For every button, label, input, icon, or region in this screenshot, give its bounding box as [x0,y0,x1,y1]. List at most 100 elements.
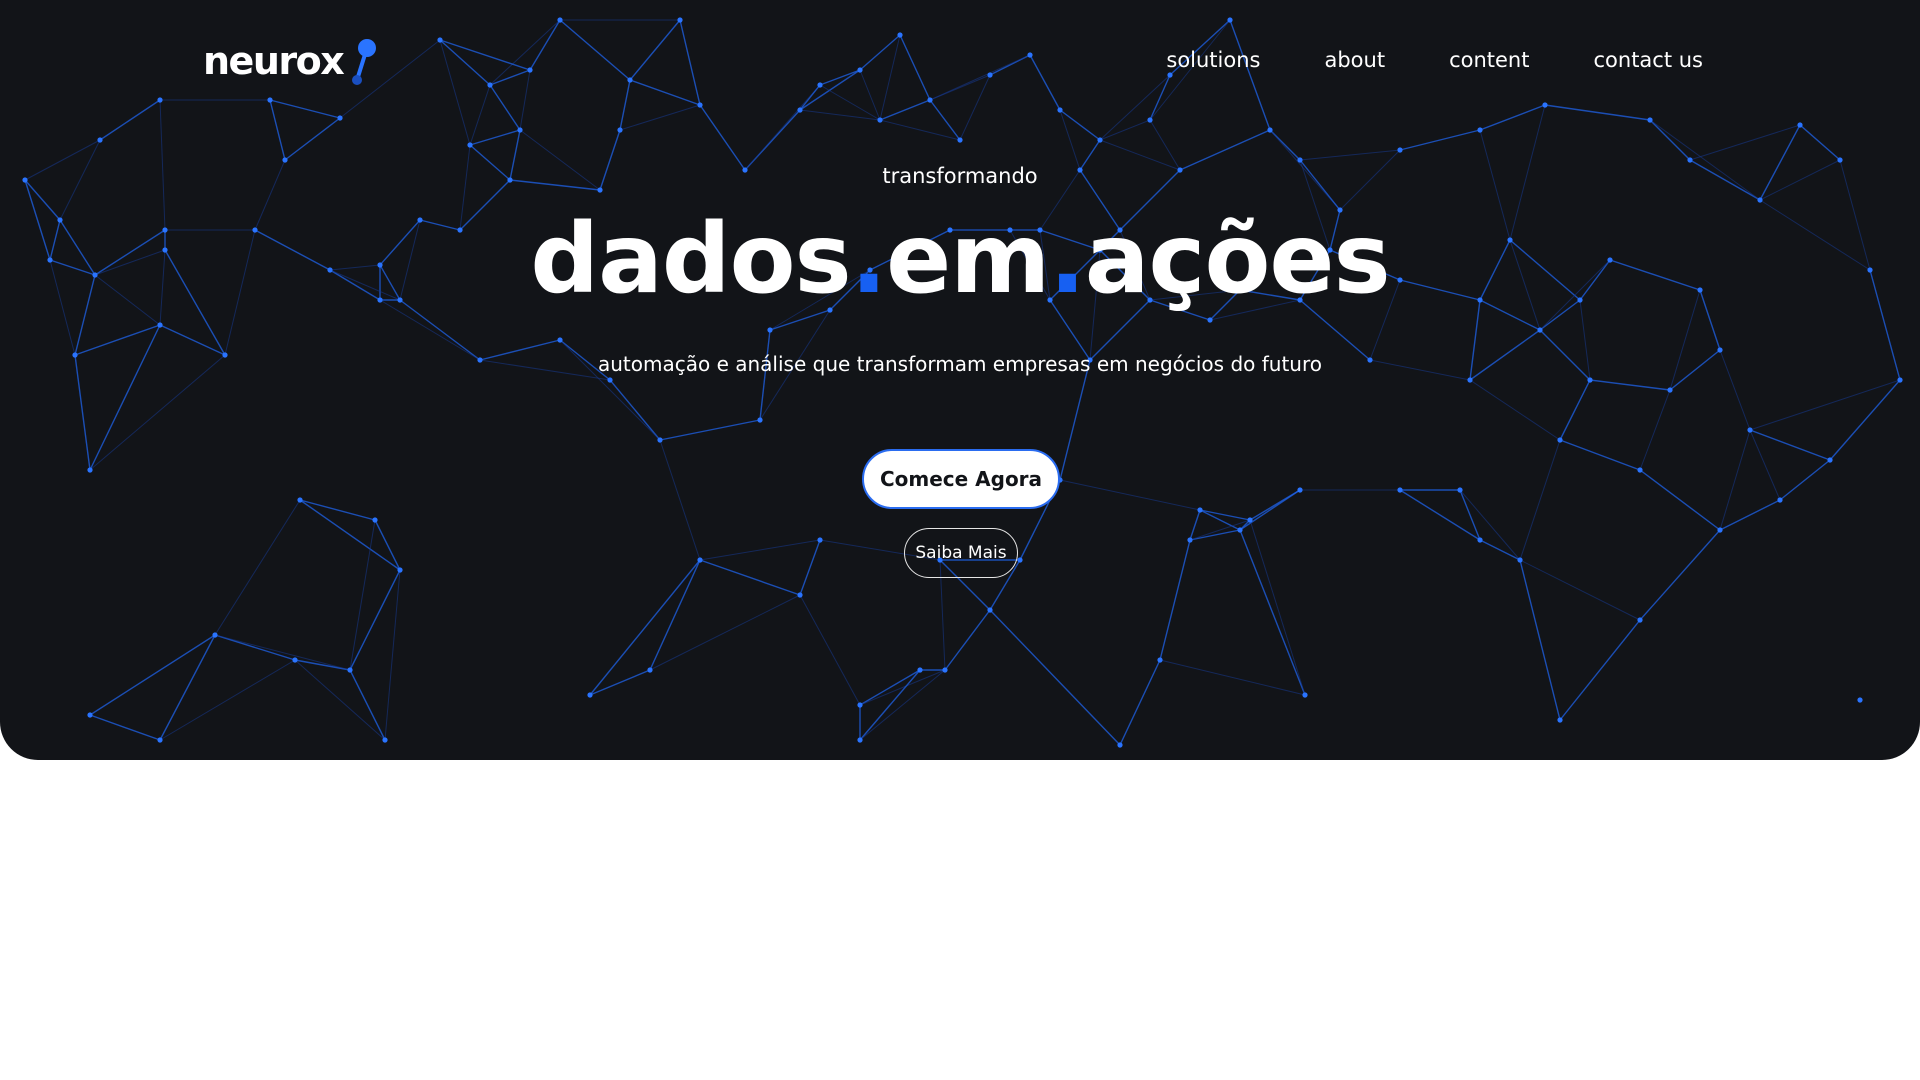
network-node [397,567,403,573]
network-node [347,667,353,673]
hero-subtitle: automação e análise que transformam empr… [597,352,1322,376]
network-edge [699,559,801,596]
network-edge [269,99,341,119]
headline-dot: . [850,203,887,315]
network-edge [629,79,701,106]
network-edge [1399,129,1481,151]
network-node [797,592,803,598]
network-edge [1199,509,1251,521]
network-edge [349,669,386,741]
network-node [437,37,443,43]
network-edge [744,84,821,171]
network-edge [619,79,631,131]
network-edge [89,324,161,471]
network-node [817,537,823,543]
network-edge [89,634,216,716]
connected-nodes-icon [343,36,379,86]
network-edge [1469,379,1561,441]
network-node [1397,147,1403,153]
network-edge [859,669,946,706]
network-edge [1479,539,1521,561]
network-node [597,187,603,193]
network-edge [1119,659,1161,746]
network-node [857,737,863,743]
network-edge [929,54,1031,101]
network-node [157,97,163,103]
network-edge [1519,559,1561,721]
network-node [97,137,103,143]
hero-headline: dados.em.ações [0,200,1920,318]
network-node [857,67,863,73]
network-edge [1719,499,1781,531]
network-node [1097,137,1103,143]
network-edge [1459,489,1521,561]
network-edge [1299,149,1401,161]
network-node [942,667,948,673]
network-edge [439,39,531,71]
saiba-mais-button[interactable]: Saiba Mais [904,528,1018,578]
main-nav: solutions about content contact us [1166,48,1703,72]
network-edge [1399,489,1481,541]
network-node [1267,127,1273,133]
network-node [1827,457,1833,463]
network-edge [559,19,631,81]
network-edge [1649,119,1691,161]
network-edge [529,19,561,71]
network-edge [589,669,651,696]
network-node [697,102,703,108]
network-edge [489,19,561,86]
nav-item-about[interactable]: about [1324,48,1385,72]
network-edge [799,594,861,706]
network-edge [1519,439,1561,561]
headline-word-acoes: ações [1084,203,1391,315]
network-node [917,667,923,673]
nav-item-content[interactable]: content [1449,48,1529,72]
logo[interactable]: neurox [203,36,379,86]
network-edge [1159,539,1191,661]
network-node [1187,537,1193,543]
network-edge [1149,119,1181,171]
network-edge [699,104,746,171]
network-node [157,737,163,743]
network-edge [1779,459,1831,501]
network-node [282,157,288,163]
network-edge [679,19,701,106]
network-node [1457,487,1463,493]
network-edge [294,659,351,671]
network-edge [299,499,376,521]
network-edge [489,84,521,131]
network-edge [469,84,491,146]
network-node [1687,157,1693,163]
network-edge [284,117,341,161]
network-edge [1799,124,1841,161]
network-node [1637,467,1643,473]
network-node [617,127,623,133]
network-node [647,667,653,673]
network-edge [1639,389,1671,471]
network-edge [469,129,521,146]
network-node [1302,692,1308,698]
network-edge [349,519,376,671]
network-edge [1199,509,1241,531]
network-edge [799,69,861,111]
network-edge [619,104,701,131]
network-node [1207,317,1213,323]
network-node [1477,537,1483,543]
network-edge [649,594,801,671]
network-edge [294,659,386,741]
network-edge [1544,104,1651,121]
network-node [757,417,763,423]
network-node [1717,527,1723,533]
network-edge [799,109,881,121]
comece-agora-button[interactable]: Comece Agora [862,449,1060,509]
nav-item-solutions[interactable]: solutions [1166,48,1260,72]
network-edge [1719,429,1751,531]
network-edge [214,634,296,661]
network-edge [1239,529,1306,696]
network-node [1017,557,1023,563]
network-node [657,437,663,443]
network-node [1477,127,1483,133]
nav-item-contact-us[interactable]: contact us [1593,48,1703,72]
network-edge [1639,529,1721,621]
network-node [87,712,93,718]
